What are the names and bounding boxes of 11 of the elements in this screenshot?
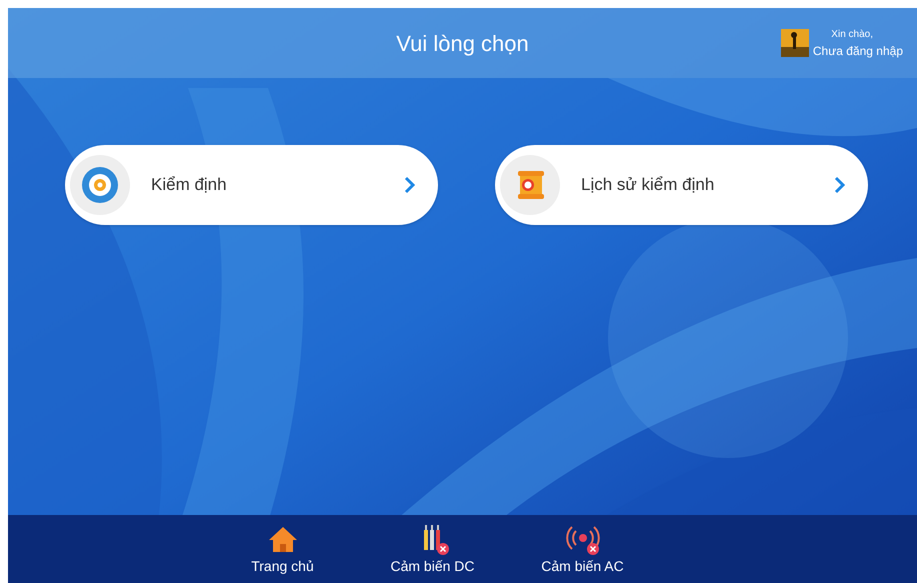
user-avatar-icon	[780, 29, 809, 57]
chevron-right-icon	[404, 176, 416, 194]
page-title: Vui lòng chọn	[396, 30, 529, 58]
chevron-right-icon	[834, 176, 846, 194]
menu-card[interactable]: Kiểm định	[65, 145, 438, 225]
greeting-text: Xin chào,	[831, 28, 874, 42]
login-status: Chưa đăng nhập	[812, 42, 903, 60]
menu-card[interactable]: Lịch sử kiểm định	[495, 145, 868, 225]
nav-tab[interactable]: Cảm biến DC	[378, 515, 488, 583]
nav-tab[interactable]: Cảm biến AC	[528, 515, 638, 583]
nav-tab[interactable]: Trang chủ	[228, 515, 338, 583]
